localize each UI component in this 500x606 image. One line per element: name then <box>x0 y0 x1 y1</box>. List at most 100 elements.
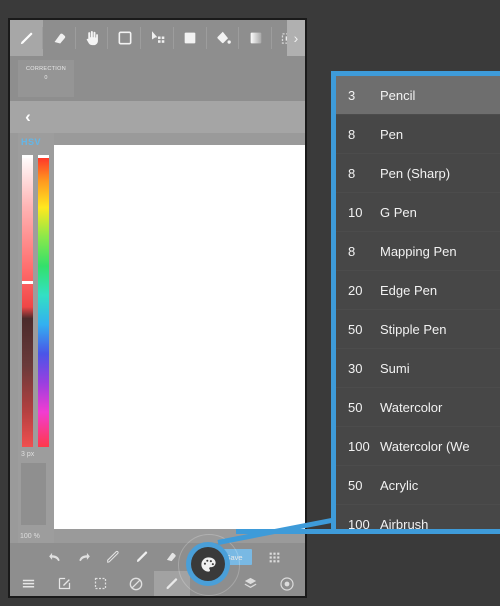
select-button[interactable] <box>82 571 118 596</box>
brush-size-value: 30 <box>348 360 363 376</box>
brush-name-label: Sumi <box>380 360 410 376</box>
blend-mode-icon <box>129 577 143 590</box>
brush-size-value: 8 <box>348 126 356 142</box>
brush-name-label: Watercolor (We <box>380 438 470 454</box>
brush-size-value: 50 <box>348 321 363 337</box>
brush-list-item[interactable]: 10 G Pen <box>336 193 500 232</box>
hand-icon <box>86 31 98 46</box>
brush-list-item[interactable]: 8 Pen <box>336 115 500 154</box>
redo-arrow-icon <box>78 552 90 562</box>
brush-size-value: 50 <box>348 477 363 493</box>
brush-size-value: 50 <box>348 399 363 415</box>
layers-blend-button[interactable] <box>118 571 154 596</box>
square-outline-icon <box>118 31 132 45</box>
correction-label: CORRECTION <box>26 66 66 72</box>
correction-value: 0 <box>44 75 48 81</box>
eraser-icon <box>54 33 65 43</box>
move-tool[interactable] <box>141 20 174 56</box>
brush-size-value: 100 <box>348 438 370 454</box>
edit-button[interactable] <box>46 571 82 596</box>
brush-size-value: 8 <box>348 165 356 181</box>
hue-knob[interactable] <box>38 155 49 158</box>
brush-name-label: Mapping Pen <box>380 243 457 259</box>
fill-shape-tool[interactable] <box>174 20 207 56</box>
filled-square-icon <box>184 32 196 44</box>
bucket-tool[interactable] <box>207 20 240 56</box>
undo-arrow-icon <box>48 552 60 562</box>
canvas-sheet[interactable] <box>46 145 305 529</box>
compose-edit-icon <box>58 577 70 590</box>
top-toolbar: › <box>10 20 305 56</box>
toolbar-more-button[interactable]: › <box>287 20 305 56</box>
gradient-icon <box>250 32 262 44</box>
record-button[interactable] <box>269 571 305 596</box>
brush-list-item[interactable]: 100 Airbrush <box>336 505 500 529</box>
brush-palette-button[interactable] <box>186 542 230 586</box>
brush-list[interactable]: 3 Pencil 8 Pen 8 Pen (Sharp) 10 G Pen 8 Mapping P… <box>336 76 500 529</box>
brush-list-item[interactable]: 50 Watercolor <box>336 388 500 427</box>
brush-palette-icon <box>200 556 216 572</box>
color-picker-panel: HSV 3 px 100 % <box>18 133 54 573</box>
brush-list-item[interactable]: 3 Pencil <box>336 76 500 115</box>
brush-name-label: Stipple Pen <box>380 321 447 337</box>
callout-leader-base <box>236 529 341 534</box>
brush-name-label: Pen (Sharp) <box>380 165 451 181</box>
opacity-label: 100 % <box>20 533 40 540</box>
brush-size-value: 3 <box>348 87 356 103</box>
brush-name-label: Acrylic <box>380 477 419 493</box>
back-button[interactable]: ‹ <box>18 106 38 128</box>
grid-dots-icon <box>269 552 280 562</box>
brush-size-value: 100 <box>348 516 370 530</box>
redo-button[interactable] <box>69 543 98 571</box>
pen-icon <box>166 577 178 589</box>
brush-list-item[interactable]: 8 Pen (Sharp) <box>336 154 500 193</box>
brush-list-item[interactable]: 50 Stipple Pen <box>336 310 500 349</box>
tool-options-row: CORRECTION 0 Snap <box>10 56 305 133</box>
brush-size-label: 3 px <box>21 451 35 458</box>
correction-setting[interactable]: CORRECTION 0 <box>18 60 74 97</box>
grid-button[interactable] <box>260 543 289 571</box>
eraser-tool[interactable] <box>43 20 76 56</box>
pen-icon <box>106 550 119 563</box>
layers-stack-icon <box>245 577 257 588</box>
pencil-tool[interactable] <box>10 20 43 56</box>
brush-list-item[interactable]: 20 Edge Pen <box>336 271 500 310</box>
move-cursor-icon <box>151 31 164 43</box>
hand-tool[interactable] <box>76 20 109 56</box>
undo-button[interactable] <box>40 543 69 571</box>
brush-size-value: 20 <box>348 282 363 298</box>
canvas-area[interactable] <box>10 133 305 543</box>
eraser-icon <box>166 552 176 562</box>
brush-list-item[interactable]: 8 Mapping Pen <box>336 232 500 271</box>
pencil-icon <box>20 32 33 44</box>
menu-button[interactable] <box>10 571 46 596</box>
sub-header-bar: ‹ <box>10 101 305 133</box>
brush-name-label: Watercolor <box>380 399 443 415</box>
target-circle-icon <box>280 576 294 591</box>
pencil-icon <box>136 551 147 562</box>
saturation-value-slider[interactable] <box>22 155 33 447</box>
brush-name-label: Airbrush <box>380 516 429 530</box>
brush-name-label: Pencil <box>380 87 416 103</box>
brush-size-value: 8 <box>348 243 356 259</box>
hamburger-menu-icon <box>22 579 34 588</box>
shape-tool[interactable] <box>108 20 142 56</box>
brush-list-item[interactable]: 100 Watercolor (We <box>336 427 500 466</box>
sv-knob[interactable] <box>22 281 33 284</box>
bottom-nav-bar <box>10 571 305 596</box>
hsv-mode-label[interactable]: HSV <box>21 137 41 147</box>
bottom-action-bar: Save <box>10 543 305 571</box>
hue-slider[interactable] <box>38 155 49 447</box>
gradient-tool[interactable] <box>239 20 273 56</box>
drawing-app-root: › CORRECTION 0 Snap <box>10 20 305 596</box>
brush-size-value: 10 <box>348 204 363 220</box>
brush-list-item[interactable]: 30 Sumi <box>336 349 500 388</box>
brush-name-label: Edge Pen <box>380 282 438 298</box>
pencil-button[interactable] <box>127 543 156 571</box>
brush-size-slider[interactable] <box>21 463 46 525</box>
selection-marquee-icon <box>94 577 106 590</box>
brush-name-label: Pen <box>380 126 404 142</box>
pen-button[interactable] <box>98 543 127 571</box>
sv-knob-top[interactable] <box>22 155 33 158</box>
brush-list-item[interactable]: 50 Acrylic <box>336 466 500 505</box>
